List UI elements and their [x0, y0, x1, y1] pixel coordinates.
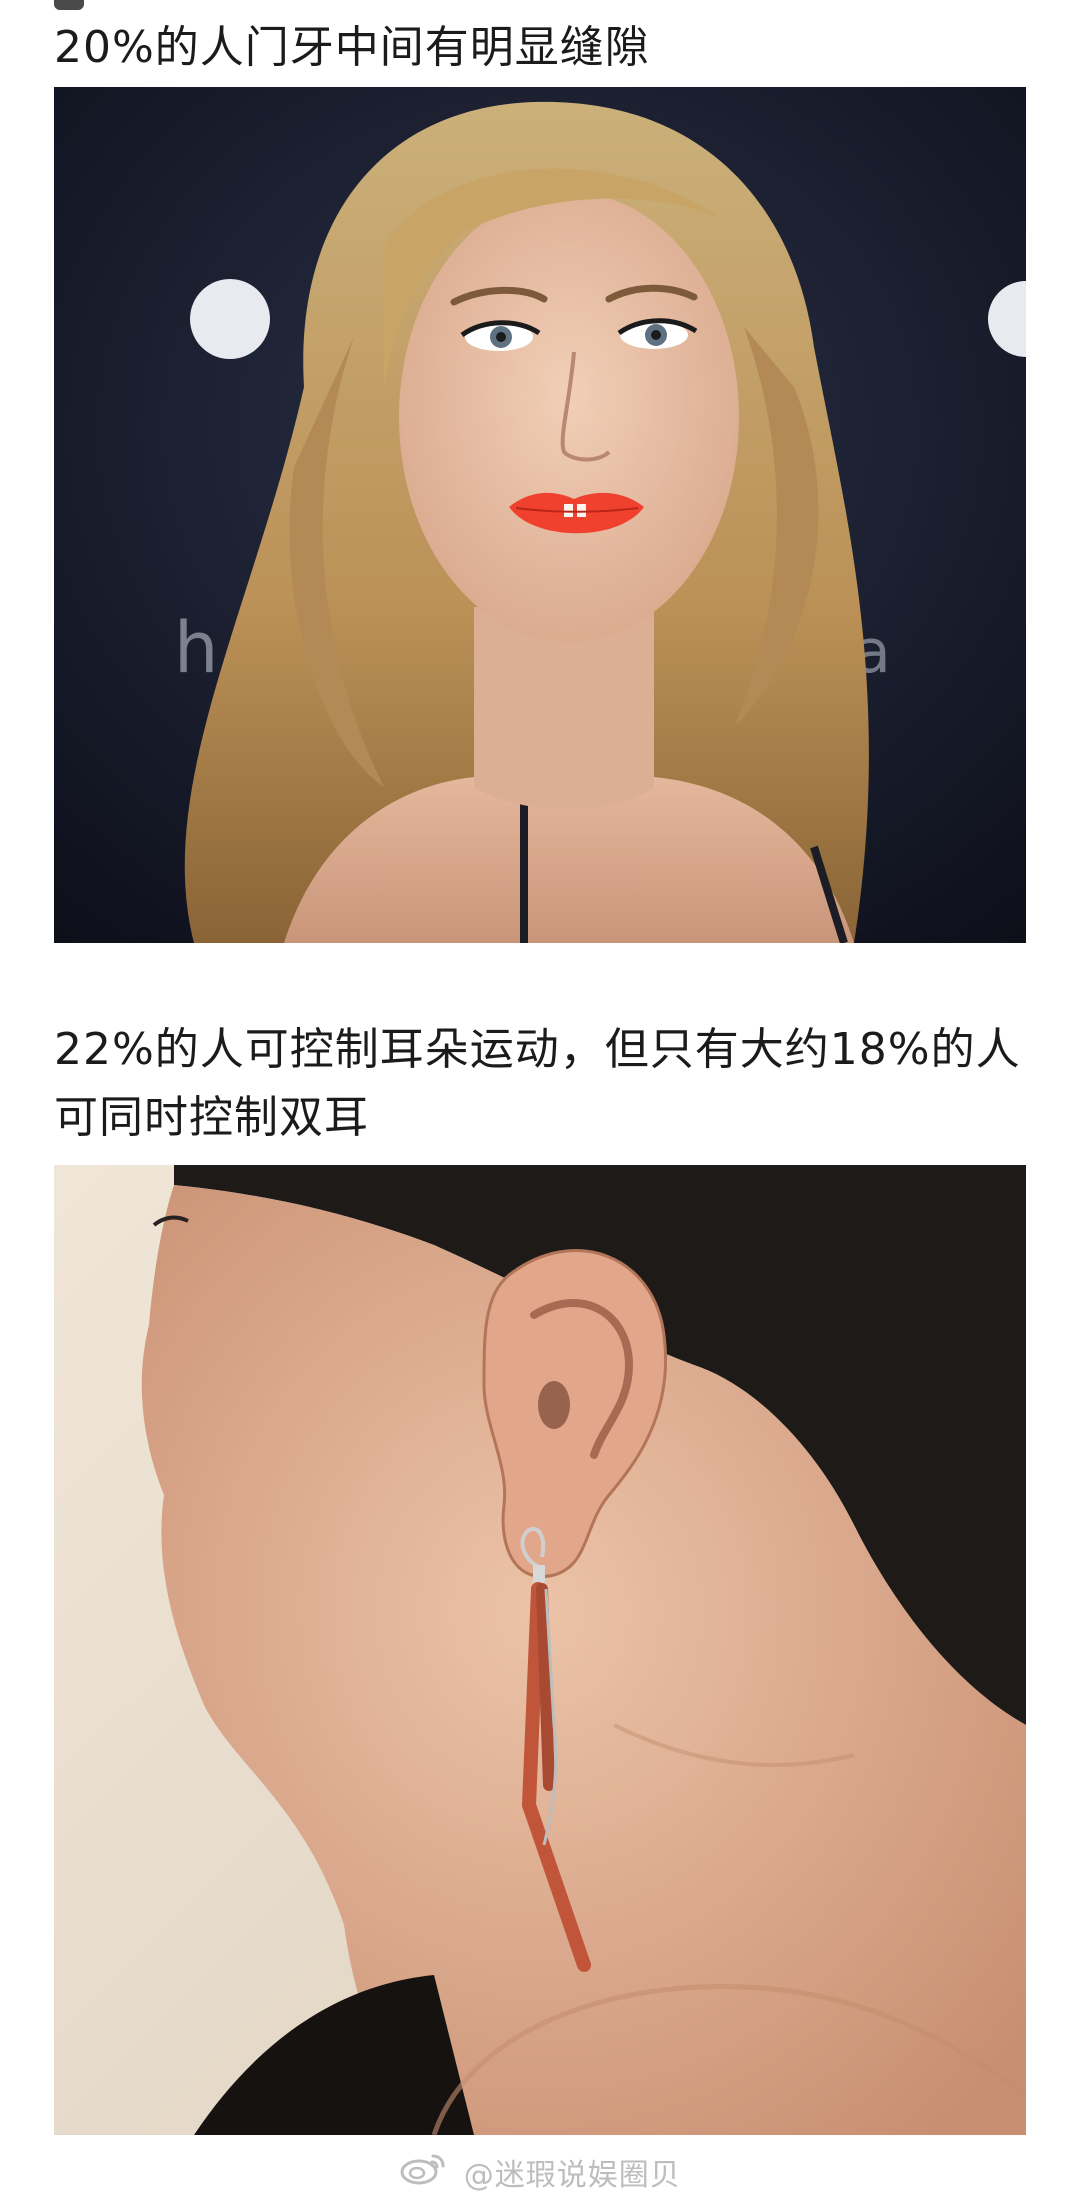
weibo-logo-icon: [399, 2150, 447, 2194]
ear-closeup-photo: [54, 1165, 1026, 2135]
watermark-text: @迷瑕说娱圈贝: [463, 2158, 681, 2193]
woman-gap-teeth-photo: h a: [54, 87, 1026, 943]
svg-text:h: h: [174, 607, 218, 689]
weibo-watermark: @迷瑕说娱圈贝: [0, 2150, 1080, 2194]
photo-illustration: [54, 1165, 1026, 2135]
top-edge-fragment: [54, 0, 84, 10]
fact-caption-2: 22%的人可控制耳朵运动，但只有大约18%的人可同时控制双耳: [54, 1024, 1021, 1143]
fact-caption-1: 20%的人门牙中间有明显缝隙: [54, 22, 650, 73]
photo-illustration: h a: [54, 87, 1026, 943]
